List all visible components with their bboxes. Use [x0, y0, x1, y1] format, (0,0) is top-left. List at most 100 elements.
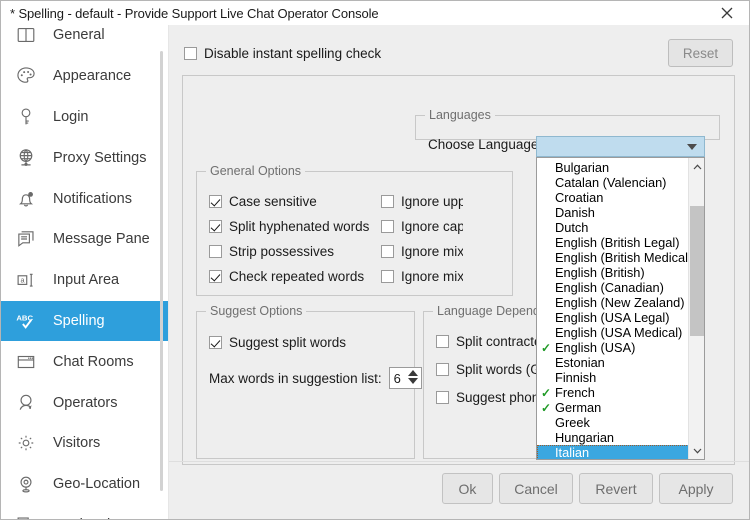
option-row[interactable]: Split hyphenated words: [209, 219, 369, 234]
max-words-value: 6: [393, 370, 401, 386]
sidebar-item-label: Message Pane: [53, 231, 150, 248]
dropdown-item-label: English (British): [555, 265, 645, 280]
option-checkbox[interactable]: [209, 220, 222, 233]
globe-icon: [11, 143, 41, 173]
dropdown-item[interactable]: English (British): [537, 265, 689, 280]
option-checkbox[interactable]: [209, 195, 222, 208]
option-checkbox[interactable]: [209, 270, 222, 283]
check-icon: ✓: [540, 340, 552, 355]
stepper-up-icon[interactable]: [407, 370, 418, 376]
sidebar-item-input-area[interactable]: a Input Area: [1, 260, 169, 301]
dropdown-scrollbar[interactable]: [688, 158, 704, 459]
dropdown-item[interactable]: Danish: [537, 205, 689, 220]
disable-instant-spelling-check-row[interactable]: Disable instant spelling check: [184, 46, 381, 61]
dropdown-item[interactable]: English (USA Medical): [537, 325, 689, 340]
dropdown-item[interactable]: Bulgarian: [537, 160, 689, 175]
option-checkbox[interactable]: [381, 195, 394, 208]
sidebar-item-visitors[interactable]: Visitors: [1, 423, 169, 464]
gear-icon: [11, 428, 41, 458]
chevron-down-icon[interactable]: [687, 143, 697, 150]
dropdown-item[interactable]: English (New Zealand): [537, 295, 689, 310]
dropdown-item-label: English (British Legal): [555, 235, 680, 250]
option-row[interactable]: Case sensitive: [209, 194, 317, 209]
sidebar-item-label: Login: [53, 108, 89, 125]
option-checkbox[interactable]: [209, 245, 222, 258]
abc-check-icon: ABC: [11, 306, 41, 336]
dropdown-item[interactable]: Croatian: [537, 190, 689, 205]
sidebar-scrollbar[interactable]: [160, 51, 163, 491]
dropdown-item[interactable]: English (Canadian): [537, 280, 689, 295]
dropdown-item[interactable]: ✓ English (USA): [537, 340, 689, 355]
sidebar-item-chat-rooms[interactable]: Chat Rooms: [1, 341, 169, 382]
sidebar-item-geo-location[interactable]: Geo-Location: [1, 464, 169, 505]
sidebar-item-label: Notifications: [53, 190, 132, 207]
option-row[interactable]: Ignore mix: [381, 269, 463, 284]
sidebar-item-label: Geo-Location: [53, 476, 141, 493]
dropdown-item[interactable]: Finnish: [537, 370, 689, 385]
palette-icon: [11, 61, 41, 91]
dropdown-item[interactable]: ✓ German: [537, 400, 689, 415]
option-row[interactable]: Ignore mix: [381, 244, 463, 259]
dialog-footer: Ok Cancel Revert Apply: [169, 461, 749, 519]
dropdown-item-label: Estonian: [555, 355, 605, 370]
option-row[interactable]: Check repeated words: [209, 269, 364, 284]
suggest-split-words-row[interactable]: Suggest split words: [209, 335, 346, 350]
option-row[interactable]: Ignore cap: [381, 219, 463, 234]
sidebar-item-spelling[interactable]: ABC Spelling: [1, 300, 169, 342]
dropdown-item[interactable]: Dutch: [537, 220, 689, 235]
suggest-split-words-checkbox[interactable]: [209, 336, 222, 349]
dropdown-item[interactable]: Catalan (Valencian): [537, 175, 689, 190]
option-row[interactable]: Strip possessives: [209, 244, 334, 259]
apply-button[interactable]: Apply: [659, 473, 733, 504]
max-words-label: Max words in suggestion list:: [209, 370, 382, 386]
ok-button[interactable]: Ok: [442, 473, 493, 504]
sidebar-item-notifications[interactable]: Notifications: [1, 178, 169, 219]
dropdown-item[interactable]: Estonian: [537, 355, 689, 370]
languages-dropdown-list[interactable]: Bulgarian Catalan (Valencian) Croatian Dani…: [536, 157, 705, 460]
max-words-stepper[interactable]: 6: [388, 367, 422, 389]
dropdown-item[interactable]: Italian: [537, 445, 689, 459]
dropdown-scrollbar-thumb[interactable]: [690, 206, 704, 336]
language-dependent-option-checkbox[interactable]: [436, 391, 449, 404]
check-icon: ✓: [540, 400, 552, 415]
key-icon: [11, 102, 41, 132]
dropdown-item[interactable]: English (USA Legal): [537, 310, 689, 325]
dropdown-item[interactable]: English (British Medical): [537, 250, 692, 265]
sidebar-item-message-pane[interactable]: Message Pane: [1, 219, 169, 260]
stepper-arrows[interactable]: [407, 370, 418, 384]
reset-button[interactable]: Reset: [668, 39, 733, 67]
close-icon[interactable]: [705, 1, 749, 24]
general-options-legend: General Options: [206, 164, 306, 178]
option-checkbox[interactable]: [381, 220, 394, 233]
disable-instant-spelling-check-checkbox[interactable]: [184, 47, 197, 60]
option-label: Ignore upp: [401, 194, 463, 209]
sidebar-item-login[interactable]: Login: [1, 97, 169, 138]
sidebar-item-appearance[interactable]: Appearance: [1, 56, 169, 97]
settings-sidebar[interactable]: General Appearance Login Proxy Settings Noti…: [1, 25, 169, 519]
sidebar-item-label: Input Area: [53, 272, 120, 289]
max-words-row[interactable]: Max words in suggestion list: 6: [209, 367, 422, 389]
sidebar-item-operators[interactable]: Operators: [1, 382, 169, 423]
option-checkbox[interactable]: [381, 270, 394, 283]
dropdown-item[interactable]: ✓ French: [537, 385, 689, 400]
stepper-down-icon[interactable]: [407, 378, 418, 384]
revert-button[interactable]: Revert: [579, 473, 653, 504]
dropdown-item[interactable]: English (British Legal): [537, 235, 689, 250]
sidebar-item-general[interactable]: General: [1, 25, 169, 56]
chevron-down-icon[interactable]: [689, 442, 704, 459]
chevron-up-icon[interactable]: [689, 158, 704, 175]
sidebar-item-proxy-settings[interactable]: Proxy Settings: [1, 137, 169, 178]
option-label: Check repeated words: [229, 269, 365, 284]
option-label: Strip possessives: [229, 244, 335, 259]
dropdown-item-label: Finnish: [555, 370, 597, 385]
language-dependent-option-checkbox[interactable]: [436, 363, 449, 376]
sidebar-item-regional[interactable]: ARegional: [1, 505, 169, 519]
dropdown-item[interactable]: Hungarian: [537, 430, 689, 445]
cancel-button[interactable]: Cancel: [499, 473, 573, 504]
choose-languages-combobox[interactable]: [536, 136, 705, 157]
option-row[interactable]: Ignore upp: [381, 194, 463, 209]
dropdown-item[interactable]: Greek: [537, 415, 689, 430]
option-checkbox[interactable]: [381, 245, 394, 258]
language-dependent-option-checkbox[interactable]: [436, 335, 449, 348]
suggest-options-group: Suggest Options Suggest split words Max …: [196, 304, 422, 459]
